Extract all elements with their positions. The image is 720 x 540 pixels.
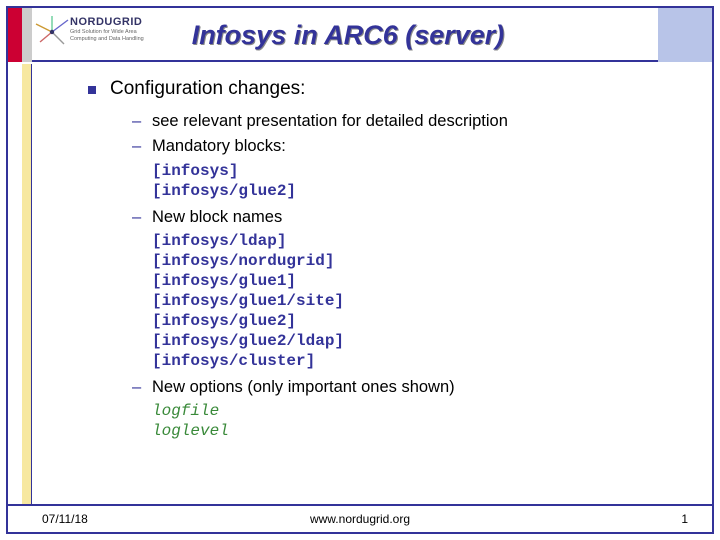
code-line: [infosys/glue2/ldap] [152, 331, 702, 351]
option-block: logfile loglevel [152, 401, 702, 441]
code-line: [infosys] [152, 161, 702, 181]
content: Configuration changes: see relevant pres… [48, 78, 702, 504]
footer-url: www.nordugrid.org [8, 512, 712, 526]
code-block: [infosys] [infosys/glue2] [152, 161, 702, 201]
bullet-lvl2-text: New block names [152, 208, 282, 226]
slide-title-wrap: Infosys in ARC6 (server) [8, 8, 658, 62]
bullet-lvl2: Mandatory blocks: [132, 135, 702, 157]
option-line: logfile [152, 401, 702, 421]
left-stripe-white [8, 64, 22, 504]
code-line: [infosys/glue1/site] [152, 291, 702, 311]
footer-page: 1 [681, 512, 688, 526]
bullet-lvl1: Configuration changes: [76, 78, 702, 100]
bullet-lvl2: see relevant presentation for detailed d… [132, 110, 702, 132]
code-line: [infosys/glue2] [152, 311, 702, 331]
option-line: loglevel [152, 421, 702, 441]
bullet-lvl2-text: New options (only important ones shown) [152, 378, 455, 396]
frame-border-right [712, 6, 714, 534]
code-line: [infosys/glue1] [152, 271, 702, 291]
left-stripe-yellow [22, 64, 32, 504]
bullet-lvl2-text: see relevant presentation for detailed d… [152, 112, 508, 130]
bullet-lvl2: New options (only important ones shown) [132, 376, 702, 398]
bullet-lvl2-text: Mandatory blocks: [152, 137, 286, 155]
bullet-lvl1-text: Configuration changes: [110, 78, 305, 99]
slide-body: Configuration changes: see relevant pres… [8, 64, 712, 504]
slide-header: NORDUGRID Grid Solution for Wide Area Co… [8, 8, 712, 62]
frame-border-bottom [6, 532, 714, 534]
slide-title: Infosys in ARC6 (server) [192, 20, 505, 51]
slide-footer: 07/11/18 www.nordugrid.org 1 [8, 504, 712, 532]
footer-date: 07/11/18 [42, 512, 88, 526]
code-line: [infosys/nordugrid] [152, 251, 702, 271]
code-line: [infosys/cluster] [152, 351, 702, 371]
bullet-lvl2: New block names [132, 206, 702, 228]
header-accent-blue [658, 8, 712, 62]
code-line: [infosys/ldap] [152, 231, 702, 251]
code-line: [infosys/glue2] [152, 181, 702, 201]
code-block: [infosys/ldap] [infosys/nordugrid] [info… [152, 231, 702, 371]
